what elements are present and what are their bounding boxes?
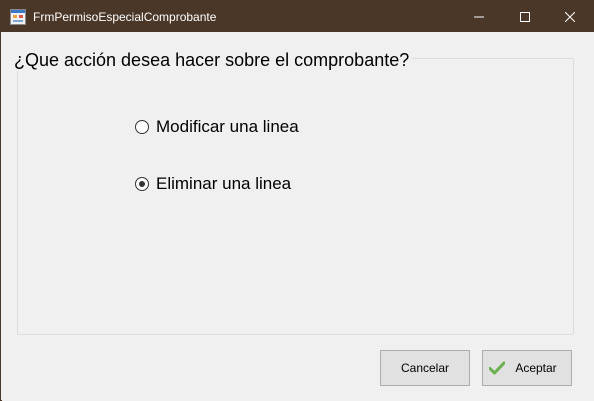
accept-button[interactable]: Aceptar (482, 350, 572, 386)
cancel-button[interactable]: Cancelar (380, 350, 470, 386)
accept-button-label: Aceptar (515, 361, 557, 375)
maximize-button[interactable] (502, 1, 548, 32)
radio-button-unchecked[interactable] (135, 120, 149, 134)
groupbox-legend: ¿Que acción desea hacer sobre el comprob… (11, 49, 413, 71)
radio-modify-line[interactable]: Modificar una linea (135, 117, 299, 137)
window-title: FrmPermisoEspecialComprobante (33, 10, 217, 24)
radio-button-checked[interactable] (135, 177, 149, 191)
minimize-icon (474, 16, 484, 17)
radio-delete-line[interactable]: Eliminar una linea (135, 174, 291, 194)
radio-label-delete[interactable]: Eliminar una linea (156, 174, 291, 194)
maximize-icon (520, 11, 530, 22)
action-groupbox (17, 58, 574, 335)
radio-label-modify[interactable]: Modificar una linea (156, 117, 299, 137)
client-area: ¿Que acción desea hacer sobre el comprob… (2, 32, 594, 401)
close-icon (565, 11, 575, 22)
minimize-button[interactable] (456, 1, 502, 32)
app-form-icon (10, 9, 26, 25)
cancel-button-label: Cancelar (400, 361, 450, 375)
close-button[interactable] (547, 1, 593, 32)
title-bar[interactable]: FrmPermisoEspecialComprobante (1, 1, 593, 32)
dialog-window: FrmPermisoEspecialComprobante ¿Que acció… (0, 0, 594, 401)
checkmark-icon (489, 361, 505, 375)
